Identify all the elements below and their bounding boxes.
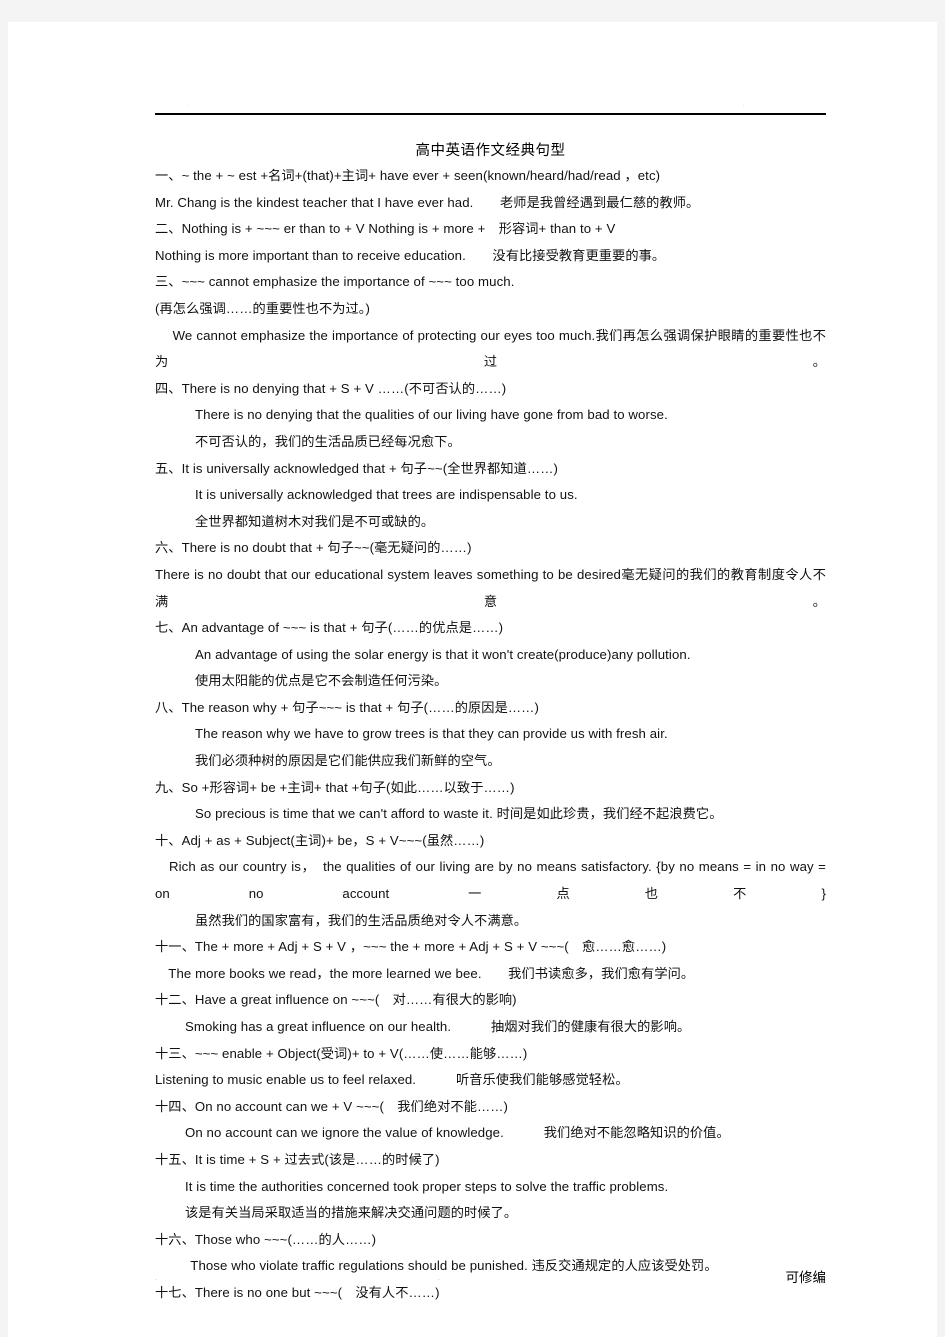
pattern-8-example-en: The reason why we have to grow trees is … <box>195 726 668 742</box>
pattern-2-form: 二、Nothing is + ~~~ er than to + V Nothin… <box>155 221 616 237</box>
pattern-7-form: 七、An advantage of ~~~ is that + 句子(……的优点… <box>155 620 504 636</box>
header-right-mark: · <box>743 104 745 107</box>
pattern-10-form: 十、Adj + as + Subject(主词)+ be，S + V~~~(虽然… <box>155 832 485 848</box>
pattern-10-example-en-1: Rich as our country is， the qualities of… <box>155 859 830 902</box>
pattern-12-example: Smoking has a great influence on our hea… <box>185 1019 691 1034</box>
page-header: · · <box>155 104 826 118</box>
pattern-7-example-en: An advantage of using the solar energy i… <box>195 646 691 662</box>
header-divider <box>155 113 826 115</box>
pattern-4-form: 四、There is no denying that + S + V ……(不可… <box>155 380 507 396</box>
pattern-13-form: 十三、~~~ enable + Object(受词)+ to + V(……使……… <box>155 1045 528 1061</box>
pattern-14-form: 十四、On no account can we + V ~~~( 我们绝对不能…… <box>155 1098 509 1114</box>
pattern-6-example: There is no doubt that our educational s… <box>155 566 826 609</box>
document-page: · · 高中英语作文经典句型 一、~ the + ~ est +名词+(that… <box>8 22 937 1337</box>
pattern-3-form-cn: (再怎么强调……的重要性也不为过。) <box>155 300 370 316</box>
pattern-11-form: 十一、The + more + Adj + S + V ，~~~ the + m… <box>155 939 667 955</box>
pattern-13-example: Listening to music enable us to feel rel… <box>155 1072 629 1088</box>
pattern-5-form: 五、It is universally acknowledged that + … <box>155 460 558 476</box>
pattern-9-example: So precious is time that we can't afford… <box>195 806 723 822</box>
footer-left-mark: · <box>155 1278 157 1282</box>
pattern-1-example: Mr. Chang is the kindest teacher that I … <box>155 194 700 210</box>
pattern-8-form: 八、The reason why + 句子~~~ is that + 句子(……… <box>155 699 539 715</box>
document-body: 高中英语作文经典句型 一、~ the + ~ est +名词+(that)+主词… <box>155 140 826 1307</box>
pattern-16-form: 十六、Those who ~~~(……的人……) <box>155 1231 377 1247</box>
pattern-15-form: 十五、It is time + S + 过去式(该是……的时候了) <box>155 1151 440 1167</box>
pattern-12-form: 十二、Have a great influence on ~~~( 对……有很大… <box>155 992 517 1008</box>
pattern-9-form: 九、So +形容词+ be +主词+ that +句子(如此……以致于……) <box>155 779 515 795</box>
pattern-4-example-en: There is no denying that the qualities o… <box>195 407 668 423</box>
pattern-1-form: 一、~ the + ~ est +名词+(that)+主词+ have ever… <box>155 168 661 183</box>
pattern-5-example-en: It is universally acknowledged that tree… <box>195 487 578 503</box>
sentence-pattern-list: 一、~ the + ~ est +名词+(that)+主词+ have ever… <box>155 163 826 1307</box>
pattern-14-example: On no account can we ignore the value of… <box>185 1125 730 1141</box>
footer-middle-mark: · <box>438 1278 440 1282</box>
page-footer: · · 可修编 <box>155 1268 826 1290</box>
pattern-11-example: The more books we read，the more learned … <box>155 965 695 981</box>
pattern-15-example-cn: 该是有关当局采取适当的措施来解决交通问题的时候了。 <box>185 1205 518 1221</box>
pattern-5-example-cn: 全世界都知道树木对我们是不可或缺的。 <box>195 513 435 529</box>
pattern-7-example-cn: 使用太阳能的优点是它不会制造任何污染。 <box>195 673 448 689</box>
header-left-mark: · <box>188 104 190 107</box>
pattern-15-example-en: It is time the authorities concerned too… <box>185 1178 669 1194</box>
pattern-6-form: 六、There is no doubt that + 句子~~(毫无疑问的……) <box>155 540 472 556</box>
pattern-4-example-cn: 不可否认的，我们的生活品质已经每况愈下。 <box>195 433 461 449</box>
pattern-8-example-cn: 我们必须种树的原因是它们能供应我们新鲜的空气。 <box>195 753 501 769</box>
page-title: 高中英语作文经典句型 <box>415 143 566 159</box>
pattern-3-form: 三、~~~ cannot emphasize the importance of… <box>155 274 515 290</box>
footer-label: 可修编 <box>785 1270 827 1286</box>
pattern-3-example: We cannot emphasize the importance of pr… <box>155 327 826 370</box>
pattern-2-example: Nothing is more important than to receiv… <box>155 247 666 263</box>
pattern-10-example-cn: 虽然我们的国家富有，我们的生活品质绝对令人不满意。 <box>195 912 528 928</box>
